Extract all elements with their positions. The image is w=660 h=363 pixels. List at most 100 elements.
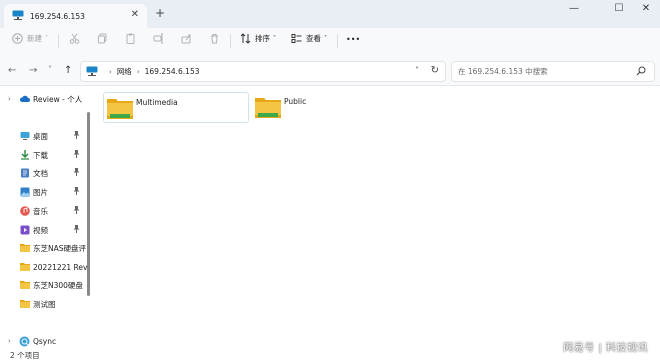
sidebar-item-review-onedrive[interactable]: › Review - 个人 bbox=[0, 90, 90, 108]
folder-name: Public bbox=[284, 97, 307, 106]
item-count: 2 个项目 bbox=[10, 351, 40, 360]
sidebar-item-label: 音乐 bbox=[33, 206, 48, 216]
view-label: 查看 bbox=[306, 34, 321, 43]
sidebar-item-videos[interactable]: 视频 bbox=[0, 221, 90, 239]
forward-button[interactable]: → bbox=[29, 66, 37, 76]
back-button[interactable]: ← bbox=[8, 66, 16, 76]
refresh-button[interactable]: ↻ bbox=[431, 65, 439, 76]
view-button[interactable]: 查看 ˅ bbox=[291, 33, 327, 44]
share-icon bbox=[181, 33, 192, 44]
new-button[interactable]: 新建 ˅ bbox=[12, 33, 48, 44]
folder-item-multimedia[interactable]: Multimedia bbox=[103, 92, 249, 123]
network-drive-icon bbox=[86, 66, 98, 78]
shared-folder-icon bbox=[107, 97, 133, 121]
pin-icon bbox=[73, 206, 80, 216]
copy-button[interactable] bbox=[97, 33, 108, 44]
clipboard-icon bbox=[125, 33, 136, 44]
sidebar-item-folder-n300[interactable]: 东芝N300硬盘 bbox=[0, 276, 90, 294]
breadcrumb-separator[interactable]: › bbox=[109, 68, 112, 76]
up-button[interactable]: ↑ bbox=[64, 66, 72, 76]
paste-button[interactable] bbox=[125, 33, 136, 44]
picture-icon bbox=[20, 187, 30, 197]
folder-icon bbox=[20, 280, 30, 290]
sidebar-item-label: 文档 bbox=[33, 168, 48, 178]
view-icon bbox=[291, 33, 302, 44]
watermark: 网易号 | 科技视讯 bbox=[563, 343, 648, 354]
sidebar-item-folder-test-images[interactable]: 测试图 bbox=[0, 295, 90, 313]
tab-close-icon[interactable]: ✕ bbox=[131, 9, 139, 20]
navigation-pane: › Review - 个人 桌面 下载 文档 图片 音乐 视频 东芝NAS硬盘评… bbox=[0, 86, 92, 348]
expand-chevron-icon[interactable]: › bbox=[8, 95, 11, 103]
video-icon bbox=[20, 225, 30, 235]
sidebar-item-pictures[interactable]: 图片 bbox=[0, 183, 90, 201]
sidebar-scrollbar[interactable] bbox=[87, 112, 90, 296]
document-icon bbox=[20, 168, 30, 178]
breadcrumb-network[interactable]: 网络 bbox=[117, 66, 132, 77]
copy-icon bbox=[97, 33, 108, 44]
chevron-down-icon: ˅ bbox=[324, 35, 327, 42]
address-bar[interactable]: › 网络 › 169.254.6.153 ˅ ↻ bbox=[80, 61, 446, 82]
search-input[interactable] bbox=[458, 67, 628, 76]
divider bbox=[337, 34, 338, 48]
qsync-icon bbox=[19, 336, 30, 347]
tab-current[interactable]: 169.254.6.153 ✕ bbox=[4, 4, 147, 28]
sidebar-item-desktop[interactable]: 桌面 bbox=[0, 127, 90, 145]
rename-icon bbox=[153, 33, 164, 44]
search-icon[interactable] bbox=[636, 66, 646, 78]
expand-chevron-icon[interactable]: › bbox=[8, 337, 11, 345]
sort-button[interactable]: 排序 ˅ bbox=[240, 33, 276, 44]
breadcrumb-separator[interactable]: › bbox=[137, 68, 140, 76]
pin-icon bbox=[73, 168, 80, 178]
tab-title: 169.254.6.153 bbox=[30, 11, 85, 21]
folder-icon bbox=[20, 243, 30, 253]
sidebar-item-documents[interactable]: 文档 bbox=[0, 164, 90, 182]
breadcrumb-host[interactable]: 169.254.6.153 bbox=[145, 67, 200, 76]
search-box[interactable] bbox=[451, 61, 655, 82]
sidebar-item-label: 图片 bbox=[33, 187, 48, 197]
sidebar-item-label: Qsync bbox=[33, 336, 57, 346]
sort-label: 排序 bbox=[255, 34, 270, 43]
sidebar-item-downloads[interactable]: 下载 bbox=[0, 146, 90, 164]
minimize-button[interactable]: — bbox=[560, 2, 588, 16]
sidebar-item-folder-20221221[interactable]: 20221221 Revi bbox=[0, 258, 90, 276]
sidebar-item-label: 东芝N300硬盘 bbox=[33, 280, 83, 290]
file-list-area: Multimedia Public bbox=[92, 86, 660, 348]
more-options-button[interactable]: ••• bbox=[346, 35, 360, 44]
pin-icon bbox=[73, 187, 80, 197]
title-bar: 169.254.6.153 ✕ + — ☐ ✕ bbox=[0, 0, 660, 28]
sidebar-item-label: 视频 bbox=[33, 225, 48, 235]
network-drive-icon bbox=[12, 10, 24, 22]
plus-circle-icon bbox=[12, 33, 23, 44]
shared-folder-icon bbox=[255, 96, 281, 120]
rename-button[interactable] bbox=[153, 33, 164, 44]
sidebar-item-label: 桌面 bbox=[33, 131, 48, 141]
cut-button[interactable] bbox=[69, 33, 80, 44]
address-dropdown-icon[interactable]: ˅ bbox=[415, 66, 419, 75]
pin-icon bbox=[73, 150, 80, 160]
sidebar-item-music[interactable]: 音乐 bbox=[0, 202, 90, 220]
pin-icon bbox=[73, 225, 80, 235]
sidebar-item-qsync[interactable]: › Qsync bbox=[0, 332, 90, 348]
trash-icon bbox=[209, 33, 220, 44]
scissors-icon bbox=[69, 33, 80, 44]
sidebar-item-label: 下载 bbox=[33, 150, 48, 160]
close-window-button[interactable]: ✕ bbox=[632, 2, 660, 16]
music-icon bbox=[20, 206, 30, 216]
sidebar-item-folder-nas-review[interactable]: 东芝NAS硬盘评 bbox=[0, 239, 90, 257]
sidebar-item-label: 测试图 bbox=[33, 299, 56, 309]
divider bbox=[230, 34, 231, 48]
recent-locations-button[interactable]: ˅ bbox=[48, 65, 52, 75]
folder-item-public[interactable]: Public bbox=[252, 92, 372, 123]
sidebar-item-label: 20221221 Revi bbox=[33, 262, 90, 272]
status-bar: 2 个项目 bbox=[0, 348, 660, 363]
command-bar: 新建 ˅ 排序 ˅ 查看 ˅ ••• bbox=[0, 28, 660, 52]
divider bbox=[58, 34, 59, 48]
maximize-button[interactable]: ☐ bbox=[605, 2, 633, 16]
desktop-icon bbox=[20, 131, 30, 141]
delete-button[interactable] bbox=[209, 33, 220, 44]
share-button[interactable] bbox=[181, 33, 192, 44]
chevron-down-icon: ˅ bbox=[273, 35, 276, 42]
pin-icon bbox=[73, 131, 80, 141]
cloud-icon bbox=[19, 94, 30, 104]
new-tab-button[interactable]: + bbox=[155, 7, 165, 19]
